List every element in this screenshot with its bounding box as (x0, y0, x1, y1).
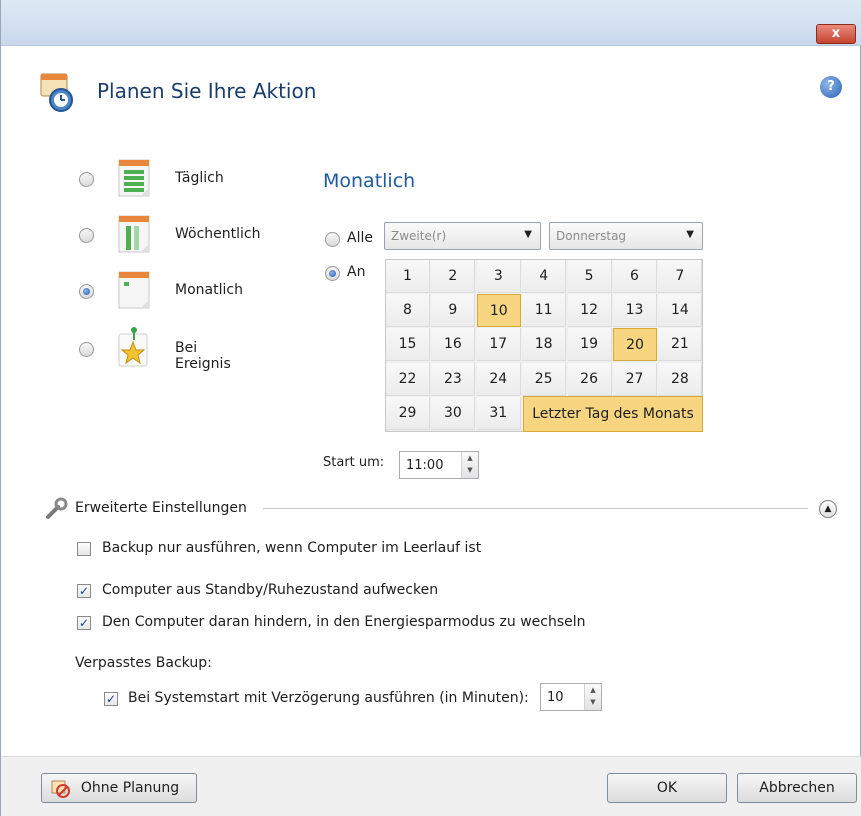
wrench-icon (46, 497, 68, 519)
option-checkbox[interactable]: ✓ (77, 616, 91, 630)
ok-button[interactable]: OK (607, 773, 727, 803)
option-checkbox[interactable]: ✓ (77, 584, 91, 598)
schedule-clock-icon (40, 73, 73, 112)
calendar-day[interactable]: 28 (658, 362, 703, 396)
calendar-day[interactable]: 7 (658, 260, 703, 293)
delay-minutes-value: 10 (547, 690, 564, 705)
no-schedule-button[interactable]: Ohne Planung (41, 773, 197, 803)
help-icon[interactable]: ? (820, 76, 842, 98)
delay-checkbox[interactable]: ✓ (104, 692, 118, 706)
section-title: Monatlich (323, 170, 416, 192)
frequency-radio[interactable] (79, 228, 94, 243)
calendar-day[interactable]: 21 (658, 328, 703, 362)
close-button[interactable]: x (816, 24, 856, 44)
no-schedule-label: Ohne Planung (80, 780, 180, 796)
title-bar: x (1, 0, 861, 46)
calendar-day[interactable]: 4 (522, 260, 567, 293)
advanced-settings-title: Erweiterte Einstellungen (75, 500, 247, 516)
minutes-spinner[interactable]: ▲ ▼ (584, 684, 601, 710)
calendar-day[interactable]: 3 (476, 260, 521, 293)
dropdown-arrow-icon: ▼ (524, 229, 532, 240)
calendar-day[interactable]: 6 (613, 260, 657, 293)
calendar-day[interactable]: 8 (386, 294, 430, 328)
calendar-day[interactable]: 19 (567, 328, 612, 362)
option-label: Computer aus Standby/Ruhezustand aufweck… (102, 582, 439, 598)
frequency-label: Wöchentlich (175, 226, 261, 242)
an-label: An (347, 264, 366, 280)
collapse-chevron-up-icon[interactable]: ▲ (819, 500, 837, 518)
option-label: Den Computer daran hindern, in den Energ… (102, 614, 586, 630)
frequency-radio[interactable] (79, 284, 94, 299)
frequency-label: Bei Ereignis (175, 340, 231, 372)
calendar-day[interactable]: 12 (567, 294, 612, 328)
option-checkbox[interactable] (77, 542, 91, 556)
calendar-day[interactable]: 18 (522, 328, 567, 362)
event-star-icon (115, 326, 153, 370)
delay-label: Bei Systemstart mit Verzögerung ausführe… (128, 690, 529, 706)
daily-calendar-icon (115, 156, 153, 200)
calendar-day[interactable]: 2 (431, 260, 476, 293)
calendar-day[interactable]: 17 (476, 328, 521, 362)
weekday-value: Donnerstag (556, 229, 627, 243)
frequency-label: Täglich (175, 170, 224, 186)
alle-label: Alle (347, 230, 373, 246)
calendar-day[interactable]: 20 (613, 328, 657, 362)
calendar-day[interactable]: 23 (431, 362, 476, 396)
cancel-button[interactable]: Abbrechen (737, 773, 857, 803)
calendar-day[interactable]: 30 (431, 396, 476, 430)
weekday-dropdown[interactable]: Donnerstag ▼ (549, 222, 703, 250)
calendar-day[interactable]: 24 (476, 362, 521, 396)
weekly-calendar-icon (115, 212, 153, 256)
calendar-day[interactable]: 11 (522, 294, 567, 328)
calendar-day[interactable]: 16 (431, 328, 476, 362)
week-ordinal-dropdown[interactable]: Zweite(r) ▼ (384, 222, 541, 250)
dropdown-arrow-icon: ▼ (686, 229, 694, 240)
start-time-input[interactable]: 11:00 ▲ ▼ (399, 451, 479, 479)
an-radio[interactable] (325, 266, 340, 281)
option-label: Backup nur ausführen, wenn Computer im L… (102, 540, 482, 556)
section-divider (263, 508, 808, 509)
calendar-day[interactable]: 10 (476, 294, 521, 328)
page-title: Planen Sie Ihre Aktion (97, 79, 317, 103)
calendar-day[interactable]: 31 (476, 396, 521, 430)
calendar-day[interactable]: 5 (567, 260, 612, 293)
last-day-of-month-button[interactable]: Letzter Tag des Monats (523, 396, 703, 432)
day-of-month-grid: Letzter Tag des Monats 1 2 3 4 5 6 7 8 9 10 11 12 13… (385, 259, 703, 432)
no-schedule-icon (51, 780, 70, 798)
monthly-calendar-icon (115, 268, 153, 312)
calendar-day[interactable]: 1 (386, 260, 430, 293)
frequency-label: Monatlich (175, 282, 243, 298)
missed-backup-label: Verpasstes Backup: (75, 655, 212, 671)
frequency-radio[interactable] (79, 172, 94, 187)
calendar-day[interactable]: 26 (567, 362, 612, 396)
calendar-day[interactable]: 9 (431, 294, 476, 328)
calendar-day[interactable]: 22 (386, 362, 430, 396)
calendar-day[interactable]: 27 (613, 362, 657, 396)
schedule-dialog: x Planen Sie Ihre Aktion ? Täglich Wöchen… (0, 0, 861, 816)
start-time-value: 11:00 (406, 458, 444, 473)
calendar-day[interactable]: 29 (386, 396, 430, 430)
calendar-day[interactable]: 25 (522, 362, 567, 396)
footer-bar: Ohne Planung OK Abbrechen (1, 756, 861, 816)
calendar-day[interactable]: 14 (658, 294, 703, 328)
alle-radio[interactable] (325, 232, 340, 247)
frequency-radio[interactable] (79, 342, 94, 357)
calendar-day[interactable]: 13 (613, 294, 657, 328)
calendar-day[interactable]: 15 (386, 328, 430, 362)
start-time-label: Start um: (323, 455, 385, 470)
delay-minutes-input[interactable]: 10 ▲ ▼ (540, 683, 602, 711)
week-ordinal-value: Zweite(r) (391, 229, 447, 243)
time-spinner[interactable]: ▲ ▼ (461, 452, 478, 478)
